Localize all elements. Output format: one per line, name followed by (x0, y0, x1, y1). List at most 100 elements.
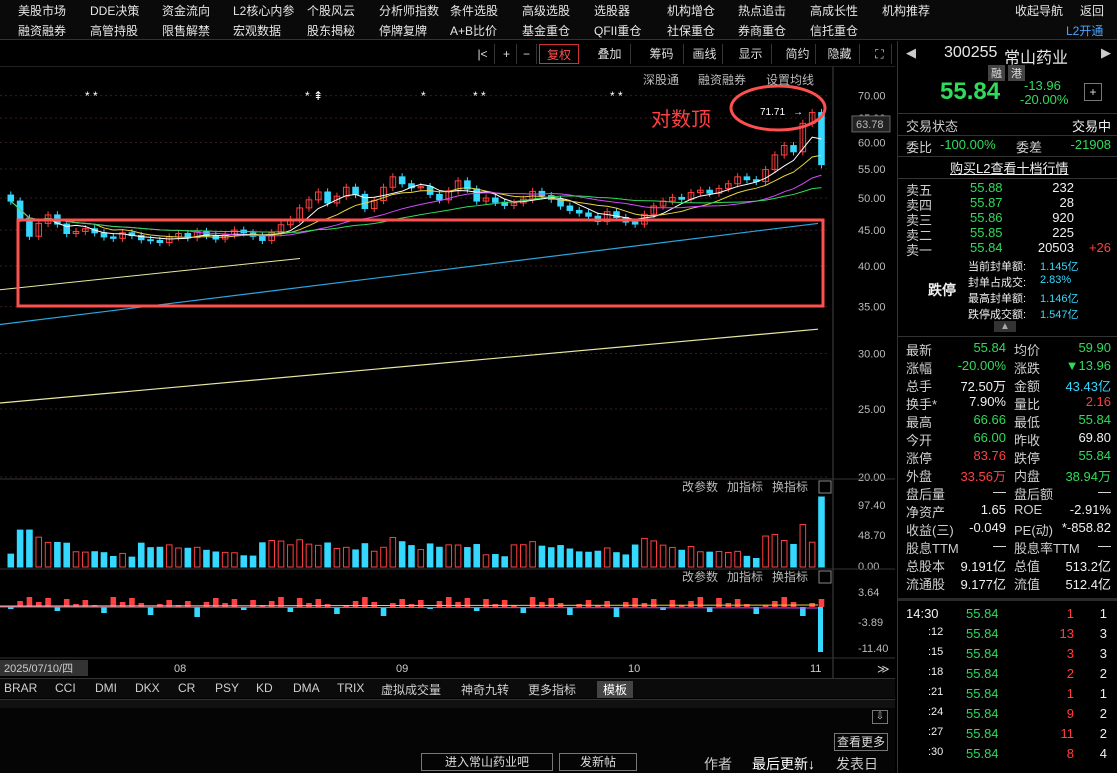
nav-item[interactable]: 资金流向 (162, 2, 210, 19)
nav-item[interactable]: 融资融券 (18, 22, 66, 39)
nav-item[interactable]: 收起导航 (1015, 2, 1063, 19)
event-marker[interactable]: * * (85, 89, 98, 103)
nav-item[interactable]: 限售解禁 (162, 22, 210, 39)
author-header[interactable]: 作者 (704, 754, 732, 773)
indicator-tab[interactable]: CR (178, 681, 195, 695)
indicator-tab[interactable]: PSY (215, 681, 239, 695)
nav-item[interactable]: 社保重仓 (667, 22, 715, 39)
first-icon[interactable]: |< (471, 44, 495, 64)
chart-sub-link[interactable]: 融资融券 (698, 71, 746, 88)
nav-item[interactable]: 宏观数据 (233, 22, 281, 39)
l2-purchase-link[interactable]: 购买L2查看十档行情 (950, 158, 1068, 177)
panel-link[interactable]: 换指标 (772, 569, 808, 584)
nav-item[interactable]: 美股市场 (18, 2, 66, 19)
next-stock-icon[interactable]: ▶ (1101, 45, 1111, 61)
candle[interactable] (585, 212, 592, 217)
chips-button[interactable]: 筹码 (640, 44, 684, 64)
nav-item[interactable]: A+B比价 (450, 22, 497, 39)
latest-update-header[interactable]: 最后更新↓ (752, 754, 815, 773)
adjust-button[interactable]: 复权 (539, 44, 579, 64)
nav-item[interactable]: 高级选股 (522, 2, 570, 19)
candle[interactable] (361, 193, 369, 210)
nav-item[interactable]: 返回 (1080, 2, 1104, 19)
ask-price[interactable]: 55.84 (970, 240, 1003, 255)
candle[interactable] (566, 205, 574, 211)
candle[interactable] (790, 145, 797, 153)
indicator-tab[interactable]: 虚拟成交量 (381, 681, 441, 698)
close-panel-icon[interactable] (818, 570, 832, 584)
panel-link[interactable]: 加指标 (727, 479, 763, 494)
candle[interactable] (156, 239, 164, 244)
nav-item[interactable]: L2核心内参 (233, 2, 294, 19)
candle[interactable] (7, 194, 15, 202)
nav-item[interactable]: 机构推荐 (882, 2, 930, 19)
close-panel-icon[interactable] (818, 480, 832, 494)
hide-button[interactable]: 隐藏 (820, 44, 860, 64)
nav-item[interactable]: 停牌复牌 (379, 22, 427, 39)
nav-item[interactable]: DDE决策 (90, 2, 139, 19)
candle[interactable] (631, 221, 639, 225)
event-marker[interactable]: * * (473, 89, 486, 103)
candle[interactable] (706, 189, 713, 194)
prev-stock-icon[interactable]: ◀ (906, 45, 916, 61)
candle[interactable] (259, 235, 266, 241)
display-button[interactable]: 显示 (730, 44, 772, 64)
indicator-tab[interactable]: DKX (135, 681, 160, 695)
indicator-tab[interactable]: 更多指标 (528, 681, 576, 698)
download-icon[interactable]: ⇩ (872, 710, 888, 724)
event-marker[interactable]: * ⇞ (305, 89, 323, 103)
indicator-tab[interactable]: BRAR (4, 681, 37, 695)
candle[interactable] (473, 188, 480, 202)
panel-link[interactable]: 改参数 (682, 569, 718, 584)
ask-price[interactable]: 55.85 (970, 225, 1003, 240)
candle[interactable] (324, 191, 331, 204)
chart-sub-link[interactable]: 深股通 (643, 71, 679, 88)
nav-item[interactable]: 股东揭秘 (307, 22, 355, 39)
candle[interactable] (398, 176, 406, 185)
collapse-icon[interactable]: ▲ (994, 321, 1016, 332)
nav-item[interactable]: QFII重仓 (594, 22, 641, 39)
nav-item[interactable]: 分析师指数 (379, 2, 439, 19)
candle[interactable] (575, 209, 583, 214)
kline-chart[interactable]: 70.0065.0060.0055.0050.0045.0040.0035.00… (0, 67, 895, 678)
indicator-tab[interactable]: KD (256, 681, 273, 695)
chart-sub-link[interactable]: 设置均线 (766, 71, 814, 88)
ask-price[interactable]: 55.87 (970, 195, 1003, 210)
candle[interactable] (743, 176, 751, 181)
ask-price[interactable]: 55.86 (970, 210, 1003, 225)
candle[interactable] (492, 197, 499, 203)
event-marker[interactable]: * * (610, 89, 623, 103)
nav-item[interactable]: 选股器 (594, 2, 630, 19)
nav-item[interactable]: 热点追击 (738, 2, 786, 19)
simple-button[interactable]: 简约 (780, 44, 816, 64)
nav-item[interactable]: 条件选股 (450, 2, 498, 19)
indicator-tab[interactable]: 模板 (597, 681, 634, 698)
fullscreen-icon[interactable]: ⛶ (868, 44, 892, 64)
zoom-in-button[interactable]: + (497, 44, 517, 64)
nav-item[interactable]: L2开通 (1066, 22, 1103, 39)
ask-price[interactable]: 55.88 (970, 180, 1003, 195)
event-marker[interactable]: * (421, 89, 426, 103)
add-watchlist-icon[interactable]: + (1084, 83, 1102, 101)
candle[interactable] (147, 239, 154, 242)
indicator-tab[interactable]: DMI (95, 681, 117, 695)
nav-item[interactable]: 个股风云 (307, 2, 355, 19)
enter-forum-button[interactable]: 进入常山药业吧 (421, 753, 553, 771)
candle[interactable] (678, 196, 686, 200)
candle[interactable] (110, 236, 117, 239)
nav-item[interactable]: 机构增仓 (667, 2, 715, 19)
nav-item[interactable]: 高管持股 (90, 22, 138, 39)
candle[interactable] (352, 186, 359, 195)
panel-link[interactable]: 换指标 (772, 479, 808, 494)
indicator-tab[interactable]: TRIX (337, 681, 364, 695)
candle[interactable] (100, 232, 108, 238)
nav-item[interactable]: 信托重仓 (810, 22, 858, 39)
indicator-tab[interactable]: CCI (55, 681, 76, 695)
nav-item[interactable]: 高成长性 (810, 2, 858, 19)
panel-link[interactable]: 改参数 (682, 479, 718, 494)
candle[interactable] (436, 193, 443, 201)
new-post-button[interactable]: 发新帖 (559, 753, 637, 771)
draw-button[interactable]: 画线 (687, 44, 723, 64)
nav-item[interactable]: 基金重仓 (522, 22, 570, 39)
zoom-out-button[interactable]: − (517, 44, 537, 64)
